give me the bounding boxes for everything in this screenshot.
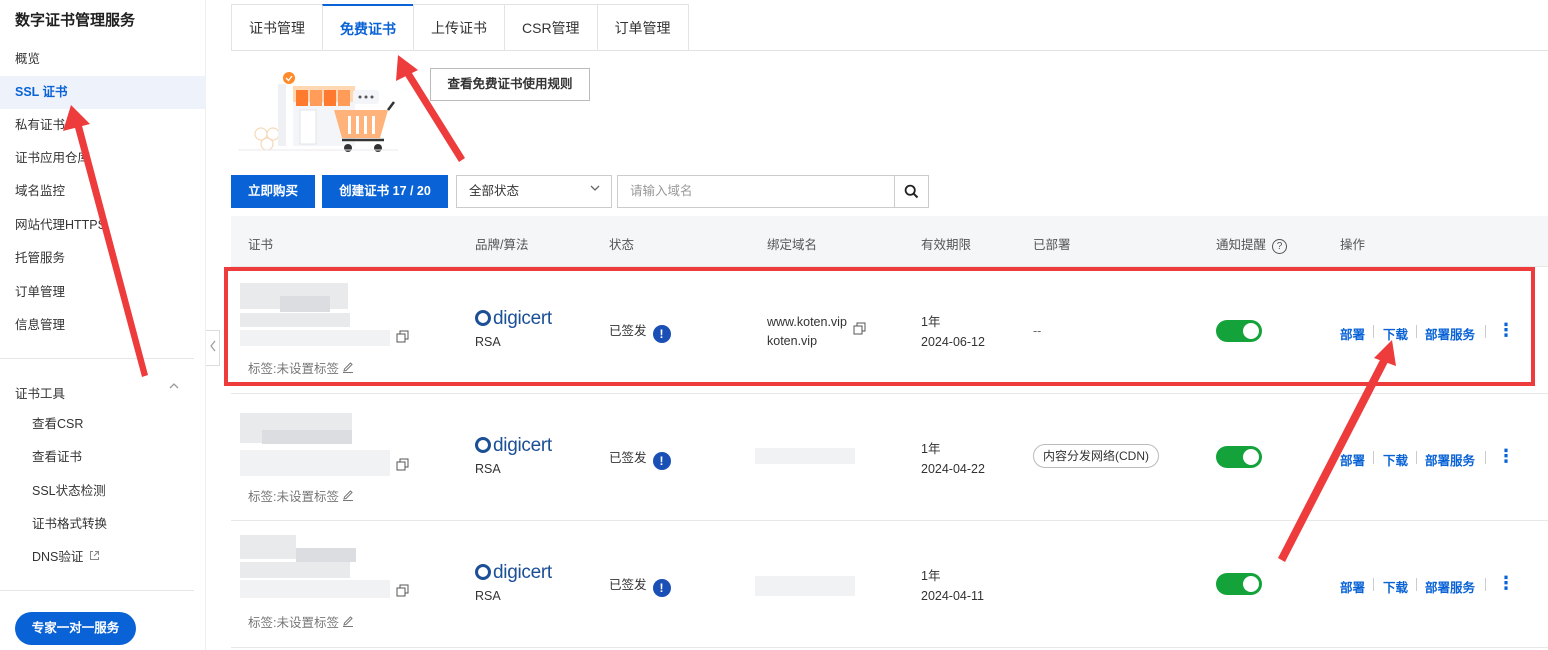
- annotation-arrow-ssl-head: [63, 105, 90, 131]
- annotation-arrows: [63, 55, 1396, 562]
- annotation-arrow-download: [1278, 356, 1389, 562]
- annotation-arrow-ssl: [74, 122, 148, 377]
- annotation-arrow-tab: [404, 70, 465, 162]
